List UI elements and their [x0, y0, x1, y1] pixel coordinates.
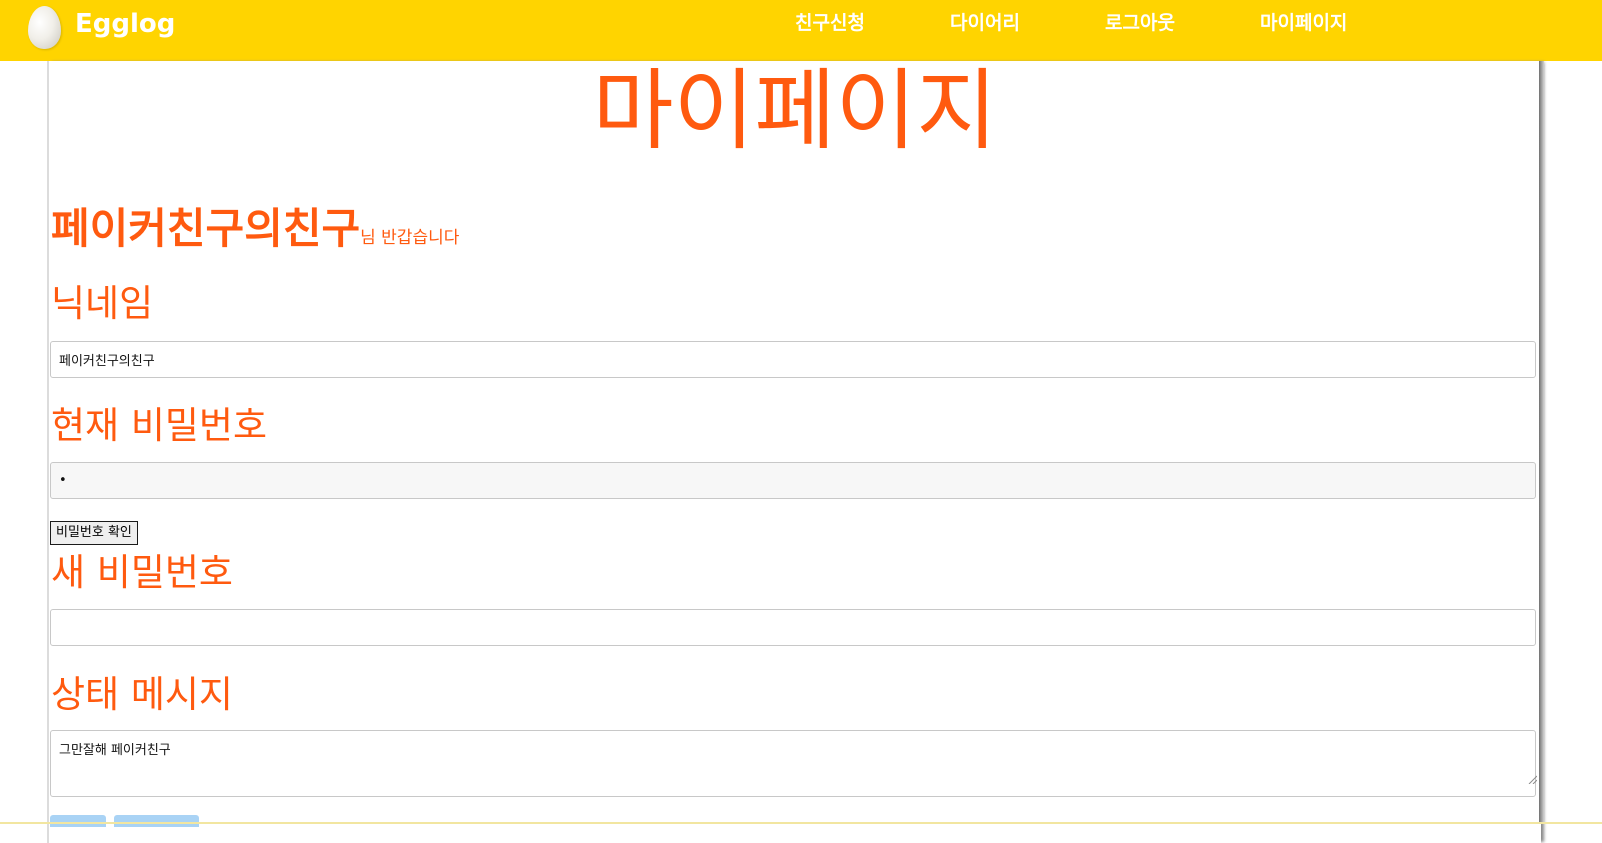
status-message-label: 상태 메시지	[51, 673, 233, 716]
page-title: 마이페이지	[592, 59, 998, 162]
current-password-input[interactable]	[50, 462, 1536, 499]
greeting-suffix: 님 반갑습니다	[360, 228, 460, 248]
panel-shadow	[1539, 61, 1544, 823]
greeting-username: 페이커친구의친구	[51, 204, 361, 253]
nav-friend-request[interactable]: 친구신청	[795, 8, 865, 38]
nav-logout[interactable]: 로그아웃	[1105, 8, 1175, 38]
confirm-password-button[interactable]: 비밀번호 확인	[50, 521, 138, 545]
egg-icon[interactable]	[28, 6, 61, 49]
status-message-textarea[interactable]: 그만잘해 페이커친구	[50, 730, 1536, 797]
nickname-label: 닉네임	[51, 282, 154, 325]
save-button[interactable]	[50, 815, 106, 827]
footer-divider	[0, 822, 1602, 824]
nav-diary[interactable]: 다이어리	[950, 8, 1020, 38]
top-navbar: Egglog 친구신청 다이어리 로그아웃 마이페이지	[0, 0, 1602, 61]
resize-grip-icon[interactable]	[1527, 774, 1537, 784]
nav-mypage[interactable]: 마이페이지	[1260, 8, 1347, 38]
cancel-button[interactable]	[114, 815, 199, 827]
current-password-label: 현재 비밀번호	[51, 404, 268, 447]
mypage-panel: 마이페이지 페이커친구의친구님 반갑습니다 닉네임 현재 비밀번호 비밀번호 확…	[47, 61, 1541, 843]
new-password-input[interactable]	[50, 609, 1536, 646]
nickname-input[interactable]	[50, 341, 1536, 378]
greeting: 페이커친구의친구님 반갑습니다	[51, 201, 459, 257]
logo-text[interactable]: Egglog	[75, 4, 175, 44]
new-password-label: 새 비밀번호	[51, 551, 233, 594]
